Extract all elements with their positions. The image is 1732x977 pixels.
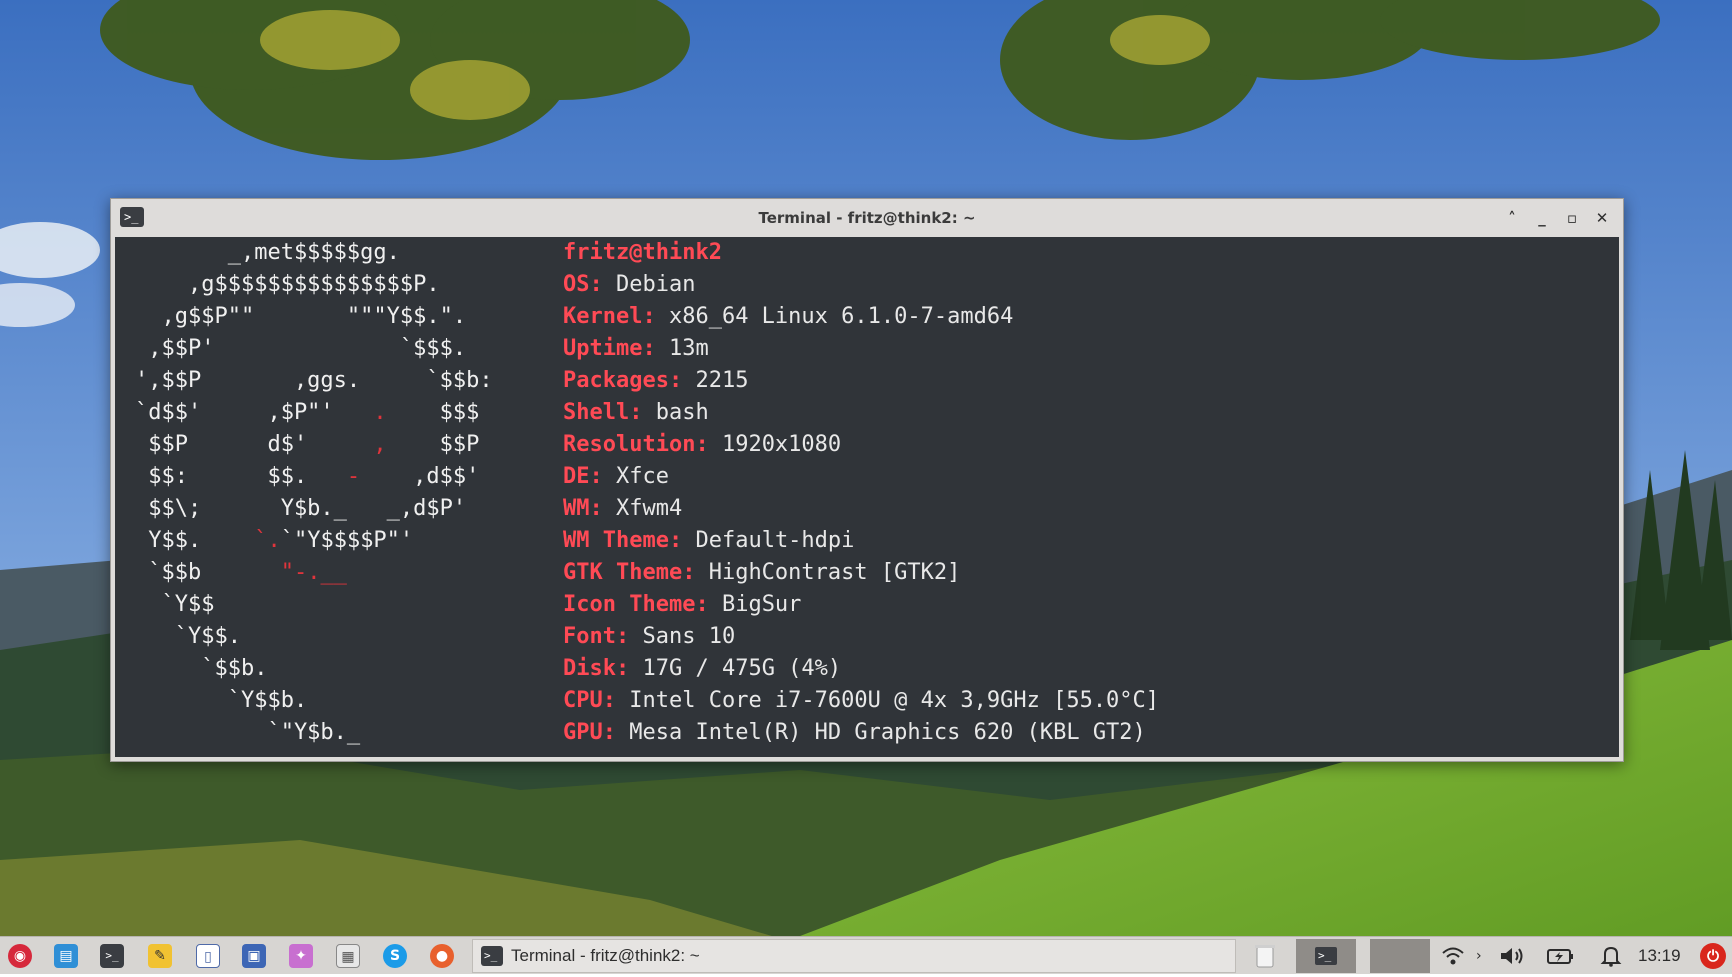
terminal-output[interactable]: _,met$$$$$gg. ,g$$$$$$$$$$$$$$$P. ,g$$P"… (115, 237, 1619, 757)
workspace-empty-button[interactable] (1370, 939, 1430, 973)
terminal-icon: >_ (1315, 947, 1337, 965)
info-row-gpu: GPU: Mesa Intel(R) HD Graphics 620 (KBL … (563, 720, 1146, 745)
clock[interactable]: 13:19 (1638, 937, 1681, 975)
ascii-line: `$$b "-.__ (135, 560, 347, 585)
info-row-icon-theme: Icon Theme: BigSur (563, 592, 802, 617)
taskbar-window-label: Terminal - fritz@think2: ~ (511, 946, 700, 965)
document-viewer-icon[interactable]: ▯ (196, 944, 220, 968)
notification-bell-icon[interactable] (1598, 943, 1624, 969)
info-row-wm: WM: Xfwm4 (563, 496, 683, 521)
trash-icon[interactable] (1254, 943, 1276, 969)
chevron-right-icon[interactable]: › (1476, 943, 1482, 969)
info-row-disk: Disk: 17G / 475G (4%) (563, 656, 842, 681)
ascii-line: `d$$' ,$P"' . $$$ (135, 400, 480, 425)
ascii-line: Y$$. `.`"Y$$$$P"' (135, 528, 414, 553)
ascii-line: $$: $$. - ,d$$' (135, 464, 480, 489)
ascii-line: `Y$$. (135, 624, 241, 649)
info-row-resolution: Resolution: 1920x1080 (563, 432, 842, 457)
battery-icon[interactable] (1546, 943, 1576, 969)
info-row-packages: Packages: 2215 (563, 368, 749, 393)
close-icon[interactable]: ✕ (1591, 207, 1613, 229)
info-row-font: Font: Sans 10 (563, 624, 736, 649)
taskbar-window-button[interactable]: >_ Terminal - fritz@think2: ~ (472, 939, 1236, 973)
screenshot-icon[interactable]: ▣ (242, 944, 266, 968)
power-icon[interactable]: ⏻ (1700, 943, 1726, 969)
maximize-up-icon[interactable]: ˄ (1501, 207, 1523, 229)
ascii-line: $$P d$' , $$P (135, 432, 480, 457)
info-row-wm-theme: WM Theme: Default-hdpi (563, 528, 855, 553)
ascii-line: ',$$P ,ggs. `$$b: (135, 368, 493, 393)
info-row-uptime: Uptime: 13m (563, 336, 709, 361)
info-row-kernel: Kernel: x86_64 Linux 6.1.0-7-amd64 (563, 304, 1014, 329)
ascii-line: `Y$$b. (135, 688, 308, 713)
wifi-icon[interactable] (1440, 943, 1466, 969)
ascii-line: ,g$$P"" """Y$$.". (135, 304, 467, 329)
ascii-line: `"Y$b._ (135, 720, 361, 745)
host-line: fritz@think2 (563, 240, 722, 265)
window-title: Terminal - fritz@think2: ~ (758, 209, 976, 227)
text-editor-icon[interactable]: ✎ (148, 944, 172, 968)
workspace-terminal-button[interactable]: >_ (1296, 939, 1356, 973)
ascii-line: `Y$$ (135, 592, 215, 617)
terminal-launcher-icon[interactable]: >_ (100, 944, 124, 968)
calculator-icon[interactable]: ▦ (336, 944, 360, 968)
ascii-line: ,$$P' `$$$. (135, 336, 467, 361)
info-row-os: OS: Debian (563, 272, 696, 297)
terminal-window[interactable]: >_ Terminal - fritz@think2: ~ ˄ _ ▫ ✕ _,… (110, 198, 1624, 762)
info-row-shell: Shell: bash (563, 400, 709, 425)
minimize-icon[interactable]: _ (1531, 207, 1553, 229)
volume-icon[interactable] (1498, 943, 1528, 969)
graphics-app-icon[interactable]: ✦ (289, 944, 313, 968)
skype-icon[interactable]: S (383, 944, 407, 968)
debian-menu-icon[interactable]: ◉ (8, 944, 32, 968)
maximize-icon[interactable]: ▫ (1561, 207, 1583, 229)
info-row-cpu: CPU: Intel Core i7-7600U @ 4x 3,9GHz [55… (563, 688, 1160, 713)
ascii-line: $$\; Y$b._ _,d$P' (135, 496, 467, 521)
window-titlebar[interactable]: >_ Terminal - fritz@think2: ~ ˄ _ ▫ ✕ (111, 199, 1623, 237)
ascii-line: ,g$$$$$$$$$$$$$$$P. (135, 272, 440, 297)
taskbar: ◉ ▤ >_ ✎ ▯ ▣ ✦ ▦ S ● >_ Terminal - fritz… (0, 936, 1732, 974)
firefox-icon[interactable]: ● (430, 944, 454, 968)
terminal-icon: >_ (481, 946, 503, 966)
ascii-line: _,met$$$$$gg. (135, 240, 400, 265)
info-row-gtk-theme: GTK Theme: HighContrast [GTK2] (563, 560, 961, 585)
ascii-line: `$$b. (135, 656, 268, 681)
file-manager-icon[interactable]: ▤ (54, 944, 78, 968)
info-row-de: DE: Xfce (563, 464, 669, 489)
